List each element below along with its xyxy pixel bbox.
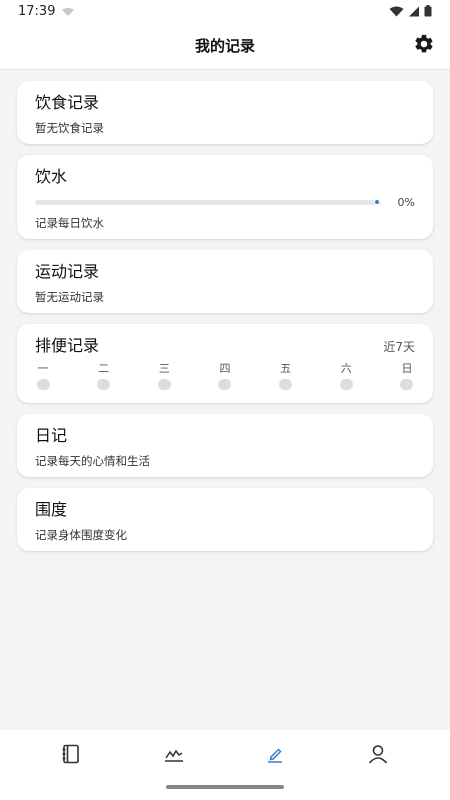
- records-list: 饮食记录 暂无饮食记录 饮水 0% 记录每日饮水 运动记录 暂无运动记录 排便记…: [0, 71, 450, 730]
- day-indicator-dot: [400, 379, 414, 390]
- day-label: 四: [219, 362, 231, 375]
- girth-record-title: 围度: [35, 500, 68, 519]
- sport-record-card[interactable]: 运动记录 暂无运动记录: [17, 250, 433, 313]
- water-progress-handle: [374, 198, 380, 205]
- day-column[interactable]: 四: [217, 362, 233, 390]
- tab-profile[interactable]: [364, 742, 392, 770]
- settings-button[interactable]: [412, 34, 436, 58]
- water-progress-percent: 0%: [397, 195, 415, 209]
- tab-notebook[interactable]: [57, 742, 85, 770]
- status-time: 17:39: [18, 3, 56, 19]
- water-progress-row: 0%: [35, 194, 415, 210]
- stool-days-row: 一 二 三 四 五 六 日: [35, 362, 415, 390]
- day-column[interactable]: 六: [338, 362, 354, 390]
- day-indicator-dot: [279, 379, 293, 390]
- status-bar: 17:39: [0, 0, 450, 22]
- day-indicator-dot: [97, 379, 111, 390]
- day-label: 三: [158, 362, 170, 375]
- day-indicator-dot: [157, 379, 171, 390]
- day-label: 一: [37, 362, 49, 375]
- wifi-question-icon: [61, 2, 75, 21]
- day-label: 二: [98, 362, 110, 375]
- food-record-subtitle: 暂无饮食记录: [35, 121, 104, 135]
- wifi-icon: [389, 2, 404, 21]
- tab-records[interactable]: [261, 742, 289, 770]
- tab-trends[interactable]: [160, 742, 188, 770]
- day-column[interactable]: 日: [399, 362, 415, 390]
- pencil-icon: [264, 743, 286, 769]
- water-progress-track: [35, 198, 381, 205]
- girth-record-subtitle: 记录身体围度变化: [35, 528, 127, 542]
- day-column[interactable]: 三: [156, 362, 172, 390]
- day-column[interactable]: 一: [35, 362, 51, 390]
- status-left: 17:39: [18, 2, 75, 21]
- day-label: 日: [401, 362, 413, 375]
- stool-record-title: 排便记录: [35, 336, 100, 355]
- gear-icon: [413, 33, 435, 59]
- diary-title: 日记: [35, 426, 68, 445]
- home-indicator: [166, 785, 284, 789]
- day-label: 六: [340, 362, 352, 375]
- line-chart-icon: [163, 743, 185, 769]
- water-record-title: 饮水: [35, 167, 68, 186]
- day-column[interactable]: 二: [96, 362, 112, 390]
- day-indicator-dot: [339, 379, 353, 390]
- user-icon: [367, 743, 389, 769]
- stool-record-header: 排便记录 近7天: [35, 336, 415, 356]
- sport-record-subtitle: 暂无运动记录: [35, 290, 104, 304]
- notebook-icon: [60, 743, 82, 769]
- diary-subtitle: 记录每天的心情和生活: [35, 454, 150, 468]
- battery-icon: [424, 2, 432, 21]
- day-label: 五: [280, 362, 292, 375]
- food-record-card[interactable]: 饮食记录 暂无饮食记录: [17, 81, 433, 144]
- app-header: 我的记录: [0, 22, 450, 70]
- stool-range-label: 近7天: [383, 339, 415, 354]
- signal-icon: [408, 2, 420, 21]
- sport-record-title: 运动记录: [35, 262, 100, 281]
- page-title: 我的记录: [194, 37, 255, 55]
- water-record-card[interactable]: 饮水 0% 记录每日饮水: [17, 155, 433, 239]
- day-column[interactable]: 五: [278, 362, 294, 390]
- status-right: [389, 2, 432, 21]
- day-indicator-dot: [218, 379, 232, 390]
- food-record-title: 饮食记录: [35, 93, 100, 112]
- water-record-subtitle: 记录每日饮水: [35, 216, 104, 230]
- day-indicator-dot: [36, 379, 50, 390]
- diary-card[interactable]: 日记 记录每天的心情和生活: [17, 414, 433, 477]
- stool-record-card[interactable]: 排便记录 近7天 一 二 三 四 五 六 日: [17, 324, 433, 403]
- girth-record-card[interactable]: 围度 记录身体围度变化: [17, 488, 433, 551]
- bottom-tab-bar: [0, 730, 450, 800]
